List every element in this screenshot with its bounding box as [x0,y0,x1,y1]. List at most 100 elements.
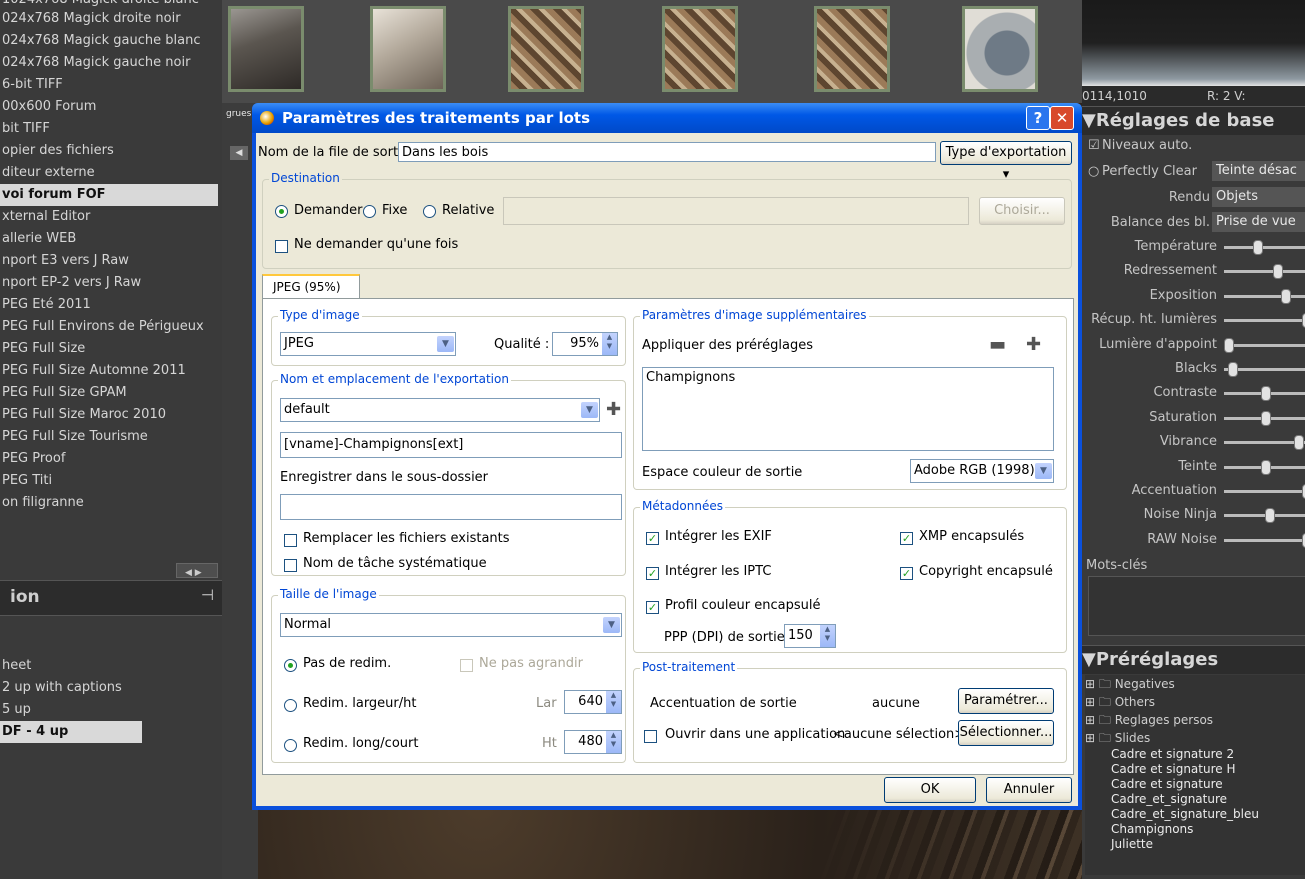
spinner-arrows-icon[interactable]: ▲ ▼ [820,625,835,647]
ask-once-checkbox[interactable] [275,240,288,253]
slider-row[interactable]: Blacks [1082,358,1305,380]
presets-header[interactable]: ▼Préréglages [1082,645,1305,674]
output-preset-item[interactable]: PEG Full Size Tourisme [0,426,218,448]
contact-sheet-item[interactable]: 2 up with captions [0,677,142,699]
output-preset-item[interactable]: 1024x768 Magick droite blanc [0,0,218,8]
slider-knob[interactable] [1265,508,1275,524]
slider-row[interactable]: Vibrance [1082,431,1305,453]
preset-folder[interactable]: ⊞ 🗀 Slides [1085,729,1305,747]
naming-template-field[interactable]: [vname]-Champignons[ext] [280,432,622,458]
copyright-checkbox[interactable]: ✓ [900,567,913,580]
rendering-row[interactable]: Rendu Objets [1082,187,1305,209]
exif-checkbox[interactable]: ✓ [646,532,659,545]
expand-icon[interactable]: ⊞ [1085,677,1099,691]
contact-sheet-item[interactable]: 5 up [0,699,142,721]
output-preset-item[interactable]: bit TIFF [0,118,218,140]
output-preset-item[interactable]: PEG Proof [0,448,218,470]
chevron-down-icon[interactable]: ▼ [437,336,454,352]
preset-folder[interactable]: ⊞ 🗀 Reglages persos [1085,711,1305,729]
keywords-box[interactable] [1088,576,1305,636]
add-preset-icon[interactable]: ✚ [1026,334,1041,355]
spinner-arrows-icon[interactable]: ▲ ▼ [602,333,617,355]
contact-sheet-item[interactable]: heet [0,655,142,677]
output-preset-item[interactable]: PEG Full Size GPAM [0,382,218,404]
slider-row[interactable]: Saturation [1082,407,1305,429]
configure-button[interactable]: Paramétrer... [958,688,1054,714]
section-header[interactable]: ion ⊣ [0,580,222,616]
slider-track[interactable] [1224,337,1305,353]
radio-resize-long[interactable] [284,739,297,752]
scroll-arrows-icon[interactable]: ◀ ▶ [185,568,202,578]
iptc-checkbox[interactable]: ✓ [646,567,659,580]
radio-resize-wh[interactable] [284,699,297,712]
output-preset-item[interactable]: PEG Titi [0,470,218,492]
auto-levels-row[interactable]: ☑ Niveaux auto. [1082,135,1305,157]
slider-knob[interactable] [1260,386,1271,402]
chevron-down-icon[interactable]: ▼ [603,617,620,633]
radio-ask[interactable] [275,205,288,218]
output-preset-item[interactable]: 024x768 Magick gauche noir [0,52,218,74]
choose-folder-button[interactable]: Choisir... [979,197,1065,225]
chevron-down-icon[interactable]: ▼ [1035,463,1052,479]
basic-settings-header[interactable]: ▼Réglages de base [1082,106,1305,135]
horizontal-scrollbar[interactable]: ◀ ▶ [176,563,218,578]
width-spinner[interactable]: 640 ▲ ▼ [564,690,622,714]
slider-track[interactable] [1224,508,1305,524]
rendering-value[interactable]: Objets [1212,187,1305,207]
remove-preset-icon[interactable]: ▬ [989,334,1006,355]
naming-preset-select[interactable]: default ▼ [280,398,600,422]
slider-row[interactable]: Redressement [1082,260,1305,282]
height-spinner[interactable]: 480 ▲ ▼ [564,730,622,754]
replace-files-checkbox[interactable] [284,534,297,547]
quality-spinner[interactable]: 95% ▲ ▼ [552,332,618,356]
preset-item[interactable]: Cadre et signature [1085,777,1305,792]
slider-knob[interactable] [1293,435,1304,451]
preset-item[interactable]: Juliette [1085,837,1305,852]
slider-track[interactable] [1224,288,1305,304]
subfolder-field[interactable] [280,494,622,520]
output-preset-item[interactable]: PEG Full Environs de Périgueux [0,316,218,338]
collapse-arrow-icon[interactable]: ◀ [230,146,248,160]
spinner-arrows-icon[interactable]: ▲ ▼ [606,691,621,713]
output-preset-item[interactable]: 024x768 Magick droite noir [0,8,218,30]
slider-row[interactable]: Accentuation [1082,480,1305,502]
preset-item[interactable]: Champignons [1085,822,1305,837]
add-preset-icon[interactable]: ✚ [606,399,621,420]
slider-track[interactable] [1224,313,1305,329]
output-preset-item[interactable]: 024x768 Magick gauche blanc [0,30,218,52]
expand-icon[interactable]: ⊞ [1085,731,1099,745]
slider-knob[interactable] [1228,362,1239,377]
slider-knob[interactable] [1260,459,1271,475]
spinner-arrows-icon[interactable]: ▲ ▼ [606,731,621,753]
thumbnail[interactable] [228,6,304,92]
slider-track[interactable] [1224,264,1305,280]
radio-no-resize[interactable] [284,659,297,672]
destination-path-field[interactable] [503,197,969,225]
slider-track[interactable] [1224,484,1305,499]
slider-track[interactable] [1224,410,1305,426]
slider-knob[interactable] [1273,264,1284,280]
slider-row[interactable]: Teinte [1082,456,1305,478]
output-preset-item[interactable]: 6-bit TIFF [0,74,218,96]
thumbnail[interactable] [370,6,446,92]
output-preset-item[interactable]: allerie WEB [0,228,218,250]
output-preset-item[interactable]: 00x600 Forum [0,96,218,118]
ok-button[interactable]: OK [884,777,976,803]
open-app-checkbox[interactable] [644,730,657,743]
thumbnail[interactable] [814,6,890,92]
output-preset-item[interactable]: diteur externe [0,162,218,184]
slider-knob[interactable] [1224,337,1234,353]
slider-track[interactable] [1224,386,1305,402]
output-preset-item[interactable]: xternal Editor [0,206,218,228]
image-size-select[interactable]: Normal ▼ [280,613,622,637]
slider-track[interactable] [1224,362,1305,377]
expand-icon[interactable]: ⊞ [1085,713,1099,727]
slider-track[interactable] [1224,532,1305,548]
perfectly-clear-row[interactable]: ○ Perfectly Clear Teinte désac [1082,161,1305,183]
output-preset-item[interactable]: PEG Full Size Automne 2011 [0,360,218,382]
slider-row[interactable]: Noise Ninja [1082,504,1305,526]
perfectly-clear-value[interactable]: Teinte désac [1212,161,1305,181]
thumbnail[interactable] [662,6,738,92]
dialog-title-bar[interactable]: Paramètres des traitements par lots ? ✕ [252,103,1082,133]
preset-item[interactable]: Cadre et signature 2 [1085,747,1305,762]
